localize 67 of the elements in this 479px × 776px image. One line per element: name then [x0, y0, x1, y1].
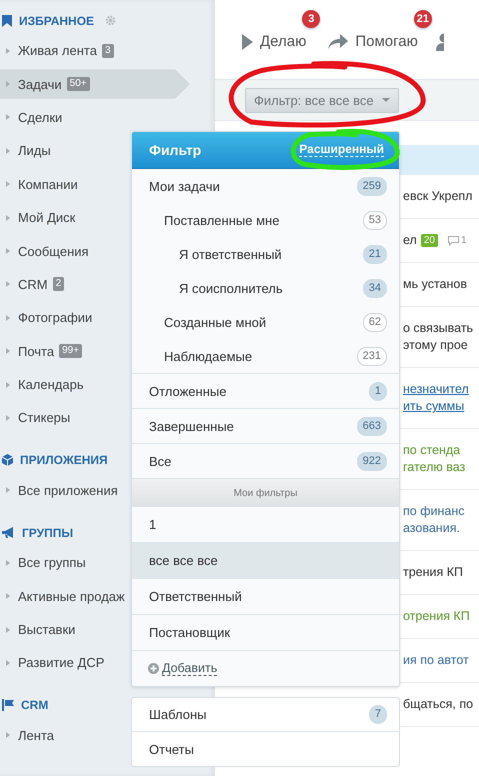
- section-title[interactable]: CRM: [21, 698, 48, 712]
- task-title: отрения КП: [403, 608, 470, 625]
- task-title: о связывать: [403, 320, 474, 337]
- plus-icon[interactable]: [148, 663, 159, 674]
- count-badge: 7: [368, 705, 387, 724]
- task-title: незначител: [403, 381, 469, 398]
- count-badge: 62: [362, 312, 387, 332]
- task-title: мь установ: [403, 276, 467, 293]
- count-badge: 922: [356, 452, 387, 470]
- add-link[interactable]: Добавить: [162, 661, 218, 676]
- count-badge: 21: [362, 244, 387, 264]
- count-badge: 663: [356, 416, 387, 436]
- filter-item[interactable]: Поставленные мне 53: [132, 203, 399, 237]
- task-title: ить суммы: [403, 398, 464, 415]
- count-badge: 53: [362, 210, 387, 230]
- task-title: по стенда: [403, 442, 460, 459]
- task-title: по финанс: [403, 503, 464, 520]
- saved-filter-item[interactable]: все все все: [132, 543, 399, 579]
- counter-badge: 50+: [66, 77, 90, 92]
- counter-badge: 2: [52, 277, 64, 292]
- nav-tab[interactable]: [436, 32, 444, 50]
- person-icon: [436, 32, 444, 50]
- popup-title: Фильтр: [149, 142, 202, 158]
- play-icon: [242, 34, 253, 50]
- count-badge: 231: [356, 346, 387, 366]
- bookmark-icon: [2, 14, 12, 26]
- count-badge: 3: [302, 10, 320, 28]
- task-title: ия по автот: [403, 652, 469, 669]
- count-badge: 259: [356, 176, 387, 196]
- arrow-icon: [328, 34, 348, 49]
- megaphone-icon: [2, 527, 15, 538]
- task-title: трения КП: [403, 564, 464, 581]
- saved-filter-item[interactable]: Ответственный: [132, 579, 399, 615]
- filter-item[interactable]: Я ответственный 21: [132, 237, 399, 271]
- filter-item[interactable]: Созданные мной 62: [132, 305, 399, 339]
- sidebar-item[interactable]: Задачи 50+: [0, 67, 192, 101]
- flag-icon: [2, 699, 14, 712]
- filter-item[interactable]: Отложенные 1: [132, 374, 399, 408]
- count-badge: 34: [362, 278, 387, 298]
- filter-item[interactable]: Все 922: [132, 444, 399, 478]
- settings-icon[interactable]: [105, 15, 116, 26]
- section-title[interactable]: ПРИЛОЖЕНИЯ: [20, 453, 108, 468]
- section-title[interactable]: ГРУППЫ: [22, 526, 74, 540]
- filter-item[interactable]: Мои задачи 259: [132, 169, 399, 203]
- sidebar-item[interactable]: Сделки: [0, 100, 184, 134]
- filter-item[interactable]: Я соисполнитель 34: [132, 271, 399, 305]
- menu-item[interactable]: Отчеты: [132, 732, 399, 766]
- menu-item[interactable]: Шаблоны 7: [132, 698, 399, 732]
- count-badge: 21: [414, 10, 432, 28]
- filter-item[interactable]: Завершенные 663: [132, 409, 399, 443]
- sidebar-item[interactable]: Живая лента 3: [0, 34, 184, 68]
- task-title: гателю ваз: [403, 459, 466, 476]
- task-title: азования.: [403, 520, 460, 537]
- counter-badge: 3: [102, 44, 114, 58]
- comment-icon[interactable]: [448, 236, 459, 246]
- count-badge: 1: [368, 382, 387, 400]
- comment-count: 1: [460, 234, 467, 248]
- section-title[interactable]: ИЗБРАННОЕ: [19, 14, 94, 28]
- counter-badge: 99+: [59, 344, 82, 358]
- saved-filter-item[interactable]: Постановщик: [132, 615, 399, 651]
- filter-item[interactable]: Наблюдаемые 231: [132, 339, 399, 373]
- task-title: бщаться, по: [403, 696, 474, 713]
- section-header: Мои фильтры: [132, 479, 399, 507]
- task-title: ел: [403, 232, 417, 249]
- count-badge: 20: [420, 234, 438, 247]
- task-title: евск Укрепл: [403, 188, 472, 205]
- task-title: этому прое: [403, 337, 468, 354]
